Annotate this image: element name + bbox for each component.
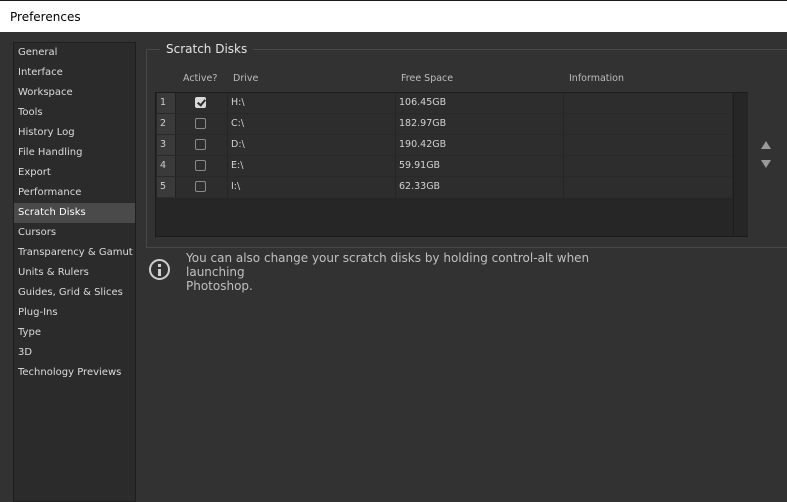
window-title: Preferences [10, 10, 81, 24]
sidebar-item-technology-previews[interactable]: Technology Previews [14, 363, 135, 383]
move-down-icon[interactable] [761, 160, 771, 168]
table-scrollbar[interactable] [733, 93, 748, 236]
sidebar-item-transparency-gamut[interactable]: Transparency & Gamut [14, 243, 135, 263]
drive-cell: D:\ [231, 139, 245, 150]
free-space-cell: 106.45GB [399, 97, 447, 108]
sidebar-item-plug-ins[interactable]: Plug-Ins [14, 303, 135, 323]
info-icon [149, 259, 170, 280]
active-checkbox[interactable] [195, 118, 206, 129]
sidebar-item-type[interactable]: Type [14, 323, 135, 343]
row-number: 5 [157, 177, 176, 197]
info-message: You can also change your scratch disks b… [186, 251, 646, 293]
info-message-line2: Photoshop. [186, 279, 253, 293]
table-row[interactable]: 2 C:\ 182.97GB [157, 114, 732, 135]
active-checkbox[interactable] [195, 181, 206, 192]
drive-cell: I:\ [231, 181, 241, 192]
title-bar: Preferences [0, 0, 787, 32]
free-space-cell: 59.91GB [399, 160, 441, 171]
sidebar-item-interface[interactable]: Interface [14, 63, 135, 83]
sidebar-item-units-rulers[interactable]: Units & Rulers [14, 263, 135, 283]
table-row[interactable]: 5 I:\ 62.33GB [157, 177, 732, 198]
table-row[interactable]: 3 D:\ 190.42GB [157, 135, 732, 156]
sidebar-item-file-handling[interactable]: File Handling [14, 143, 135, 163]
table-row[interactable]: 4 E:\ 59.91GB [157, 156, 732, 177]
active-checkbox[interactable] [195, 97, 206, 108]
sidebar-item-cursors[interactable]: Cursors [14, 223, 135, 243]
move-up-icon[interactable] [761, 141, 771, 149]
free-space-cell: 62.33GB [399, 181, 441, 192]
column-header-active: Active? [183, 73, 218, 84]
free-space-cell: 182.97GB [399, 118, 447, 129]
sidebar-item-workspace[interactable]: Workspace [14, 83, 135, 103]
sidebar-item-history-log[interactable]: History Log [14, 123, 135, 143]
sidebar-item-3d[interactable]: 3D [14, 343, 135, 363]
drive-cell: E:\ [231, 160, 244, 171]
scratch-disks-title: Scratch Disks [160, 42, 254, 56]
column-header-free-space: Free Space [401, 73, 454, 84]
sidebar-item-scratch-disks[interactable]: Scratch Disks [14, 203, 135, 223]
active-checkbox[interactable] [195, 160, 206, 171]
drive-cell: C:\ [231, 118, 245, 129]
drive-cell: H:\ [231, 97, 245, 108]
preferences-sidebar: General Interface Workspace Tools Histor… [13, 42, 136, 502]
info-message-line1: You can also change your scratch disks b… [186, 251, 590, 279]
sidebar-item-performance[interactable]: Performance [14, 183, 135, 203]
column-header-information: Information [569, 73, 624, 84]
row-number: 1 [157, 93, 176, 113]
row-number: 3 [157, 135, 176, 155]
sidebar-item-guides-grid-slices[interactable]: Guides, Grid & Slices [14, 283, 135, 303]
sidebar-item-tools[interactable]: Tools [14, 103, 135, 123]
row-number: 4 [157, 156, 176, 176]
sidebar-item-general[interactable]: General [14, 43, 135, 63]
column-header-drive: Drive [233, 73, 259, 84]
table-row[interactable]: 1 H:\ 106.45GB [157, 93, 732, 114]
active-checkbox[interactable] [195, 139, 206, 150]
free-space-cell: 190.42GB [399, 139, 447, 150]
row-number: 2 [157, 114, 176, 134]
sidebar-item-export[interactable]: Export [14, 163, 135, 183]
